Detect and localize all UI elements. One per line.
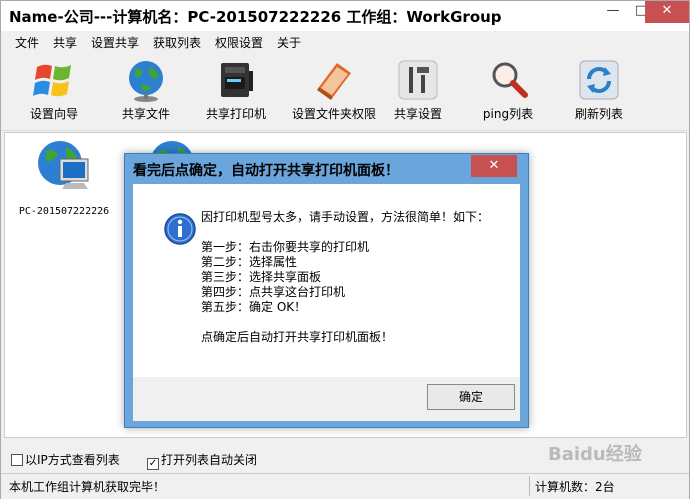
toolbar-label: 共享设置	[393, 107, 442, 121]
network-computer-icon	[38, 141, 89, 189]
message-line: 第五步：确定 OK！	[201, 300, 307, 314]
windows-flag-icon	[33, 64, 71, 97]
message-line: 因打印机型号太多，请手动设置，方法很简单！如下：	[201, 210, 490, 224]
dialog-message: 因打印机型号太多，请手动设置，方法很简单！如下： 第一步：右击你要共享的打印机 …	[201, 210, 489, 345]
ip-view-checkbox[interactable]: 以IP方式查看列表	[11, 451, 120, 468]
share-printer-button[interactable]: 共享打印机	[191, 53, 281, 129]
status-separator	[529, 476, 530, 496]
menu-about[interactable]: 关于	[277, 34, 301, 51]
info-icon	[164, 213, 196, 245]
message-line: 第三步：选择共享面板	[201, 270, 322, 284]
message-line: 第四步：点共享这台打印机	[201, 285, 346, 299]
checkbox-box[interactable]	[11, 454, 23, 466]
share-settings-button[interactable]: 共享设置	[373, 53, 463, 129]
toolbar-label: 设置文件夹权限	[291, 107, 376, 121]
window-title: Name-公司---计算机名：PC-201507222226 工作组：WorkG…	[9, 8, 502, 26]
message-line: 第二步：选择属性	[201, 255, 298, 269]
computer-name: PC-201507222226	[18, 206, 110, 217]
dialog-title: 看完后点确定，自动打开共享打印机面板！	[133, 163, 399, 179]
share-file-button[interactable]: 共享文件	[101, 53, 191, 129]
message-line: 点确定后自动打开共享打印机面板！	[201, 330, 394, 344]
globe-icon	[129, 61, 163, 102]
printer-share-dialog: 看完后点确定，自动打开共享打印机面板！ ✕ 因打印机型号太多，请手动设置，方法很…	[124, 153, 529, 428]
toolbar: 设置向导 共享文件 共享打印机 设置文件夹权限 共享设置 ping列表 刷新列表	[1, 53, 689, 131]
magnifier-icon	[492, 62, 528, 98]
printer-icon	[221, 63, 253, 97]
checkbox-label: 以IP方式查看列表	[25, 453, 120, 467]
refresh-icon	[579, 60, 619, 100]
auto-close-checkbox[interactable]: ✓ 打开列表自动关闭	[147, 451, 257, 470]
computer-item[interactable]: PC-201507222226	[9, 137, 119, 217]
message-line: 第一步：右击你要共享的打印机	[201, 240, 370, 254]
ok-button[interactable]: 确定	[427, 384, 515, 410]
checkbox-box[interactable]: ✓	[147, 458, 159, 470]
toolbar-label: 刷新列表	[574, 107, 623, 121]
menu-bar: 文件 共享 设置共享 获取列表 权限设置 关于	[1, 31, 689, 53]
refresh-list-button[interactable]: 刷新列表	[554, 53, 644, 129]
toolbar-label: ping列表	[482, 107, 534, 121]
checkbox-label: 打开列表自动关闭	[161, 453, 258, 467]
setup-wizard-button[interactable]: 设置向导	[9, 53, 99, 129]
toolbar-label: 设置向导	[29, 107, 78, 121]
tools-icon	[398, 60, 438, 100]
title-bar: Name-公司---计算机名：PC-201507222226 工作组：WorkG…	[1, 1, 689, 31]
menu-file[interactable]: 文件	[15, 34, 39, 51]
message-line	[201, 225, 489, 240]
minimize-button[interactable]: —	[599, 1, 627, 23]
close-button[interactable]: ✕	[645, 1, 689, 23]
watermark: Baidu经验	[548, 444, 642, 465]
folder-book-icon	[317, 63, 351, 100]
message-line	[201, 315, 489, 330]
menu-share[interactable]: 共享	[53, 34, 77, 51]
folder-permissions-button[interactable]: 设置文件夹权限	[282, 53, 386, 129]
toolbar-label: 共享打印机	[205, 107, 266, 121]
toolbar-label: 共享文件	[121, 107, 170, 121]
computer-count: 计算机数：2台	[535, 480, 615, 494]
menu-set-share[interactable]: 设置共享	[91, 34, 139, 51]
ping-list-button[interactable]: ping列表	[463, 53, 553, 129]
menu-get-list[interactable]: 获取列表	[153, 34, 201, 51]
status-message: 本机工作组计算机获取完毕！	[9, 480, 166, 494]
dialog-close-button[interactable]: ✕	[471, 155, 517, 177]
menu-permissions[interactable]: 权限设置	[215, 34, 263, 51]
status-bar: 本机工作组计算机获取完毕！ 计算机数：2台	[1, 473, 689, 499]
